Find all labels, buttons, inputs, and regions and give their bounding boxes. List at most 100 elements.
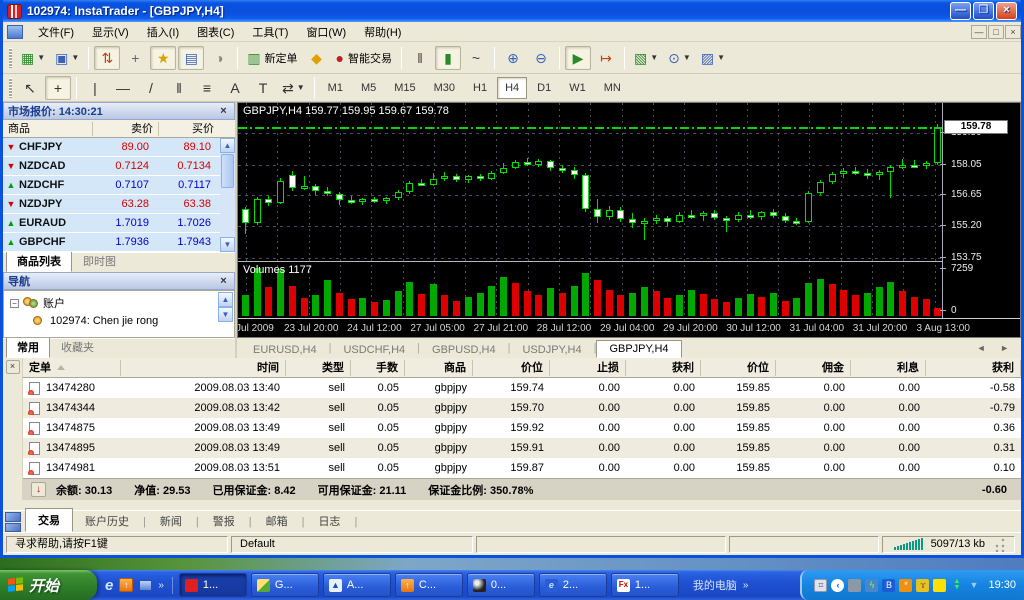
zoom-in-button[interactable]: ⊕ bbox=[500, 46, 526, 70]
tab-scroll-arrows[interactable]: ◄ ► bbox=[977, 343, 1015, 353]
chart-tab-usdjpy[interactable]: USDJPY,H4 bbox=[510, 342, 593, 358]
timeframe-m5[interactable]: M5 bbox=[353, 77, 384, 99]
arrows-button[interactable]: ⇄▼ bbox=[278, 76, 309, 100]
vertical-line-button[interactable]: | bbox=[82, 76, 108, 100]
market-watch-row[interactable]: ▲EURAUD1.70191.7026 bbox=[3, 214, 235, 233]
spark-icon[interactable]: * bbox=[899, 579, 912, 592]
taskbar-button[interactable]: 0... bbox=[467, 573, 535, 597]
history-center-button[interactable]: ◑ bbox=[206, 46, 232, 70]
dropdown-caret-icon[interactable]: ▼ bbox=[650, 53, 658, 62]
scroll-up-icon[interactable]: ▲ bbox=[220, 138, 235, 153]
chart-tab-usdchf[interactable]: USDCHF,H4 bbox=[331, 342, 417, 358]
channel-button[interactable]: ‖ bbox=[166, 76, 192, 100]
timeframe-m15[interactable]: M15 bbox=[386, 77, 423, 99]
order-row[interactable]: 134742802009.08.03 13:40sell0.05gbpjpy15… bbox=[23, 378, 1021, 398]
header-cell[interactable]: 获利 bbox=[926, 360, 1021, 376]
col-symbol[interactable]: 商品 bbox=[3, 122, 93, 136]
market-watch-row[interactable]: ▼CHFJPY89.0089.10 bbox=[3, 138, 235, 157]
child-close-button[interactable]: × bbox=[1005, 25, 1021, 39]
keyboard-icon[interactable]: ⌗ bbox=[814, 579, 827, 592]
time-axis[interactable]: 23 Jul 200923 Jul 20:0024 Jul 12:0027 Ju… bbox=[238, 318, 1020, 338]
market-watch-row[interactable]: ▲NZDCHF0.71070.7117 bbox=[3, 176, 235, 195]
header-cell[interactable]: 价位 bbox=[473, 360, 550, 376]
periods-button[interactable]: ⊙▼ bbox=[664, 46, 695, 70]
chart-tab-gbpusd[interactable]: GBPUSD,H4 bbox=[420, 342, 508, 358]
title-bar[interactable]: 102974: InstaTrader - [GBPJPY,H4] — ❐ × bbox=[3, 0, 1021, 22]
terminal-tab[interactable]: 新闻 bbox=[148, 510, 194, 532]
child-restore-button[interactable]: □ bbox=[988, 25, 1004, 39]
chart-plot[interactable] bbox=[238, 103, 942, 318]
timeframe-h1[interactable]: H1 bbox=[465, 77, 495, 99]
dropdown-caret-icon[interactable]: ▼ bbox=[297, 83, 305, 92]
scroll-up-icon[interactable]: ▲ bbox=[218, 292, 233, 307]
dropdown-caret-icon[interactable]: ▼ bbox=[683, 53, 691, 62]
header-cell[interactable]: 价位 bbox=[701, 360, 776, 376]
taskbar-button[interactable]: e2... bbox=[539, 573, 607, 597]
timeframe-m1[interactable]: M1 bbox=[320, 77, 351, 99]
toolbar-grip[interactable] bbox=[9, 78, 12, 98]
terminal-tab[interactable]: 交易 bbox=[25, 508, 73, 532]
toolbar-grip[interactable] bbox=[9, 48, 12, 68]
alerts-button[interactable]: ◆ bbox=[304, 46, 330, 70]
market-watch-row[interactable]: ▼NZDJPY63.2863.38 bbox=[3, 195, 235, 214]
market-watch-columns[interactable]: 商品 卖价 买价 bbox=[3, 120, 235, 138]
market-watch-row[interactable]: ▲GBPCHF1.79361.7943 bbox=[3, 233, 235, 252]
order-row[interactable]: 134748952009.08.03 13:49sell0.05gbpjpy15… bbox=[23, 438, 1021, 458]
timeframe-mn[interactable]: MN bbox=[596, 77, 629, 99]
ie-icon[interactable]: e bbox=[105, 577, 113, 594]
header-cell[interactable]: 止损 bbox=[550, 360, 626, 376]
header-cell[interactable]: 类型 bbox=[286, 360, 351, 376]
crosshair-button[interactable]: + bbox=[45, 76, 71, 100]
text-button[interactable]: A bbox=[222, 76, 248, 100]
market-watch-button[interactable]: ⇅ bbox=[94, 46, 120, 70]
order-row[interactable]: 134748752009.08.03 13:49sell0.05gbpjpy15… bbox=[23, 418, 1021, 438]
dropdown-caret-icon[interactable]: ▼ bbox=[37, 53, 45, 62]
terminal-tab[interactable]: 警报 bbox=[201, 510, 247, 532]
line-chart-button[interactable]: ~ bbox=[463, 46, 489, 70]
trendline-button[interactable]: / bbox=[138, 76, 164, 100]
menu-v[interactable]: 显示(V) bbox=[83, 25, 138, 41]
taskbar-button[interactable]: Fx1... bbox=[611, 573, 679, 597]
network-signal-icon[interactable]: ϟ bbox=[865, 579, 878, 592]
navigator-close-icon[interactable]: × bbox=[217, 275, 230, 288]
cursor-button[interactable]: ↖ bbox=[17, 76, 43, 100]
header-cell[interactable]: 获利 bbox=[626, 360, 701, 376]
timeframe-d1[interactable]: D1 bbox=[529, 77, 559, 99]
col-buy[interactable]: 买价 bbox=[159, 122, 219, 136]
navigator-button[interactable]: ★ bbox=[150, 46, 176, 70]
restore-button[interactable]: ❐ bbox=[973, 2, 994, 20]
header-cell[interactable]: 手数 bbox=[351, 360, 405, 376]
col-sell[interactable]: 卖价 bbox=[93, 122, 159, 136]
dino-icon[interactable]: ɤ bbox=[916, 579, 929, 592]
indicators-button[interactable]: ▧▼ bbox=[630, 46, 662, 70]
price-axis[interactable]: 159.50158.05156.65155.20153.7572590159.7… bbox=[942, 103, 1020, 318]
market-watch-tab[interactable]: 商品列表 bbox=[6, 250, 72, 272]
navigator-scrollbar[interactable]: ▲ ▼ bbox=[218, 292, 233, 322]
menu-t[interactable]: 工具(T) bbox=[243, 25, 297, 41]
app-shortcut-icon[interactable] bbox=[139, 580, 152, 591]
dropdown-caret-icon[interactable]: ▼ bbox=[717, 53, 725, 62]
users-icon[interactable] bbox=[848, 579, 861, 592]
launcher-icon[interactable]: ↑ bbox=[119, 578, 133, 592]
menu-f[interactable]: 文件(F) bbox=[29, 25, 83, 41]
scroll-down-icon[interactable]: ▼ bbox=[218, 307, 233, 322]
horizontal-line-button[interactable]: — bbox=[110, 76, 136, 100]
menu-h[interactable]: 帮助(H) bbox=[355, 25, 410, 41]
chart-tab-eurusd[interactable]: EURUSD,H4 bbox=[241, 342, 329, 358]
order-row[interactable]: 134749812009.08.03 13:51sell0.05gbpjpy15… bbox=[23, 458, 1021, 478]
bar-chart-button[interactable]: ‖ bbox=[407, 46, 433, 70]
market-watch-header[interactable]: 市场报价: 14:30:21 × bbox=[3, 102, 235, 120]
start-button[interactable]: 开始 bbox=[0, 570, 97, 600]
close-button[interactable]: × bbox=[996, 2, 1017, 20]
collapse-icon[interactable]: − bbox=[10, 299, 19, 308]
navigator-header[interactable]: 导航 × bbox=[3, 272, 235, 290]
header-cell[interactable]: 利息 bbox=[851, 360, 926, 376]
chevron-icon[interactable]: » bbox=[158, 580, 164, 591]
chart-window-icon[interactable] bbox=[7, 25, 23, 39]
tray-collapse-icon[interactable]: ‹ bbox=[831, 579, 844, 592]
header-cell[interactable]: 定单 bbox=[23, 360, 121, 376]
menu-i[interactable]: 插入(I) bbox=[138, 25, 188, 41]
new-order-button[interactable]: ▥新定单 bbox=[243, 46, 301, 70]
taskbar-button[interactable]: 1... bbox=[179, 573, 247, 597]
shield-icon[interactable]: ▼ bbox=[967, 579, 980, 592]
